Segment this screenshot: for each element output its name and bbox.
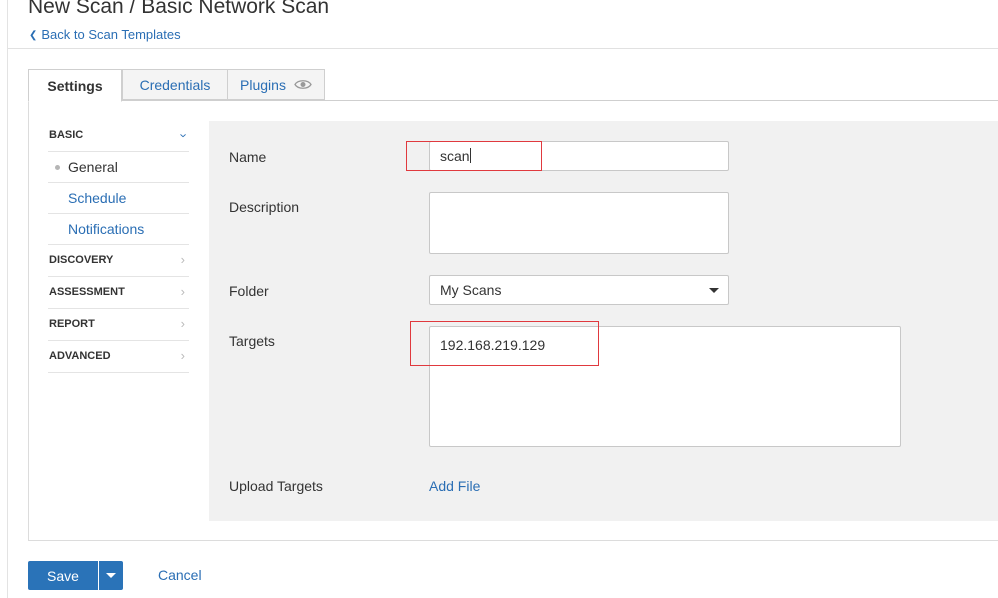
tab-settings-label: Settings (47, 77, 103, 94)
page-left-border (7, 0, 8, 598)
sidebar-section-report[interactable]: REPORT › (48, 309, 189, 341)
chevron-right-icon: › (180, 316, 185, 331)
chevron-right-icon: › (180, 252, 185, 267)
sidebar-section-assessment[interactable]: ASSESSMENT › (48, 277, 189, 309)
sidebar-section-advanced[interactable]: ADVANCED › (48, 341, 189, 373)
cancel-link[interactable]: Cancel (158, 567, 202, 583)
tab-credentials-label: Credentials (139, 76, 211, 93)
back-to-templates-link[interactable]: ❮ Back to Scan Templates (29, 27, 181, 42)
chevron-left-icon: ❮ (29, 30, 38, 41)
tab-plugins-label: Plugins (240, 76, 286, 93)
save-options-dropdown[interactable] (99, 561, 123, 590)
sidebar-section-assessment-label: ASSESSMENT (49, 286, 125, 298)
targets-label: Targets (229, 333, 275, 349)
text-cursor (469, 148, 471, 163)
description-textarea[interactable] (429, 192, 729, 254)
name-input-value: scan (440, 148, 470, 164)
eye-icon (294, 79, 312, 90)
general-settings-form: Name scan Description Folder My Scans Ta… (209, 121, 998, 521)
sidebar-section-advanced-label: ADVANCED (49, 350, 111, 362)
sidebar-item-notifications-label: Notifications (68, 221, 145, 237)
sidebar-item-schedule[interactable]: Schedule (48, 183, 189, 214)
folder-select-value: My Scans (440, 282, 502, 298)
page-title: New Scan / Basic Network Scan (28, 0, 330, 18)
settings-sidebar: BASIC › General Schedule Notifications DI… (48, 120, 192, 373)
add-file-link[interactable]: Add File (429, 478, 480, 494)
tab-settings[interactable]: Settings (28, 69, 122, 102)
name-input[interactable]: scan (429, 141, 729, 171)
tab-credentials[interactable]: Credentials (122, 69, 228, 100)
sidebar-section-discovery[interactable]: DISCOVERY › (48, 245, 189, 277)
sidebar-section-basic[interactable]: BASIC › (48, 120, 192, 152)
targets-value: 192.168.219.129 (440, 337, 546, 353)
chevron-down-icon: › (176, 133, 192, 138)
chevron-right-icon: › (180, 348, 185, 363)
bullet-icon (55, 165, 60, 170)
sidebar-item-schedule-label: Schedule (68, 190, 127, 206)
scan-config-panel: Settings Credentials Plugins BASIC › Gene… (28, 68, 998, 541)
targets-textarea[interactable]: 192.168.219.129 (429, 326, 901, 447)
tab-plugins[interactable]: Plugins (227, 69, 325, 100)
caret-down-icon (709, 288, 719, 293)
folder-select[interactable]: My Scans (429, 275, 729, 305)
description-label: Description (229, 199, 300, 215)
upload-targets-label: Upload Targets (229, 478, 323, 494)
sidebar-section-report-label: REPORT (49, 318, 95, 330)
back-link-label: Back to Scan Templates (41, 27, 181, 42)
sidebar-section-discovery-label: DISCOVERY (49, 254, 114, 266)
save-button[interactable]: Save (28, 561, 98, 590)
sidebar-item-notifications[interactable]: Notifications (48, 214, 189, 245)
caret-down-icon (106, 573, 116, 578)
sidebar-item-general[interactable]: General (48, 152, 189, 183)
sidebar-item-general-label: General (68, 159, 118, 175)
folder-label: Folder (229, 283, 269, 299)
name-label: Name (229, 149, 267, 165)
chevron-right-icon: › (180, 284, 185, 299)
sidebar-section-basic-label: BASIC (49, 129, 84, 141)
header-divider (8, 48, 998, 49)
